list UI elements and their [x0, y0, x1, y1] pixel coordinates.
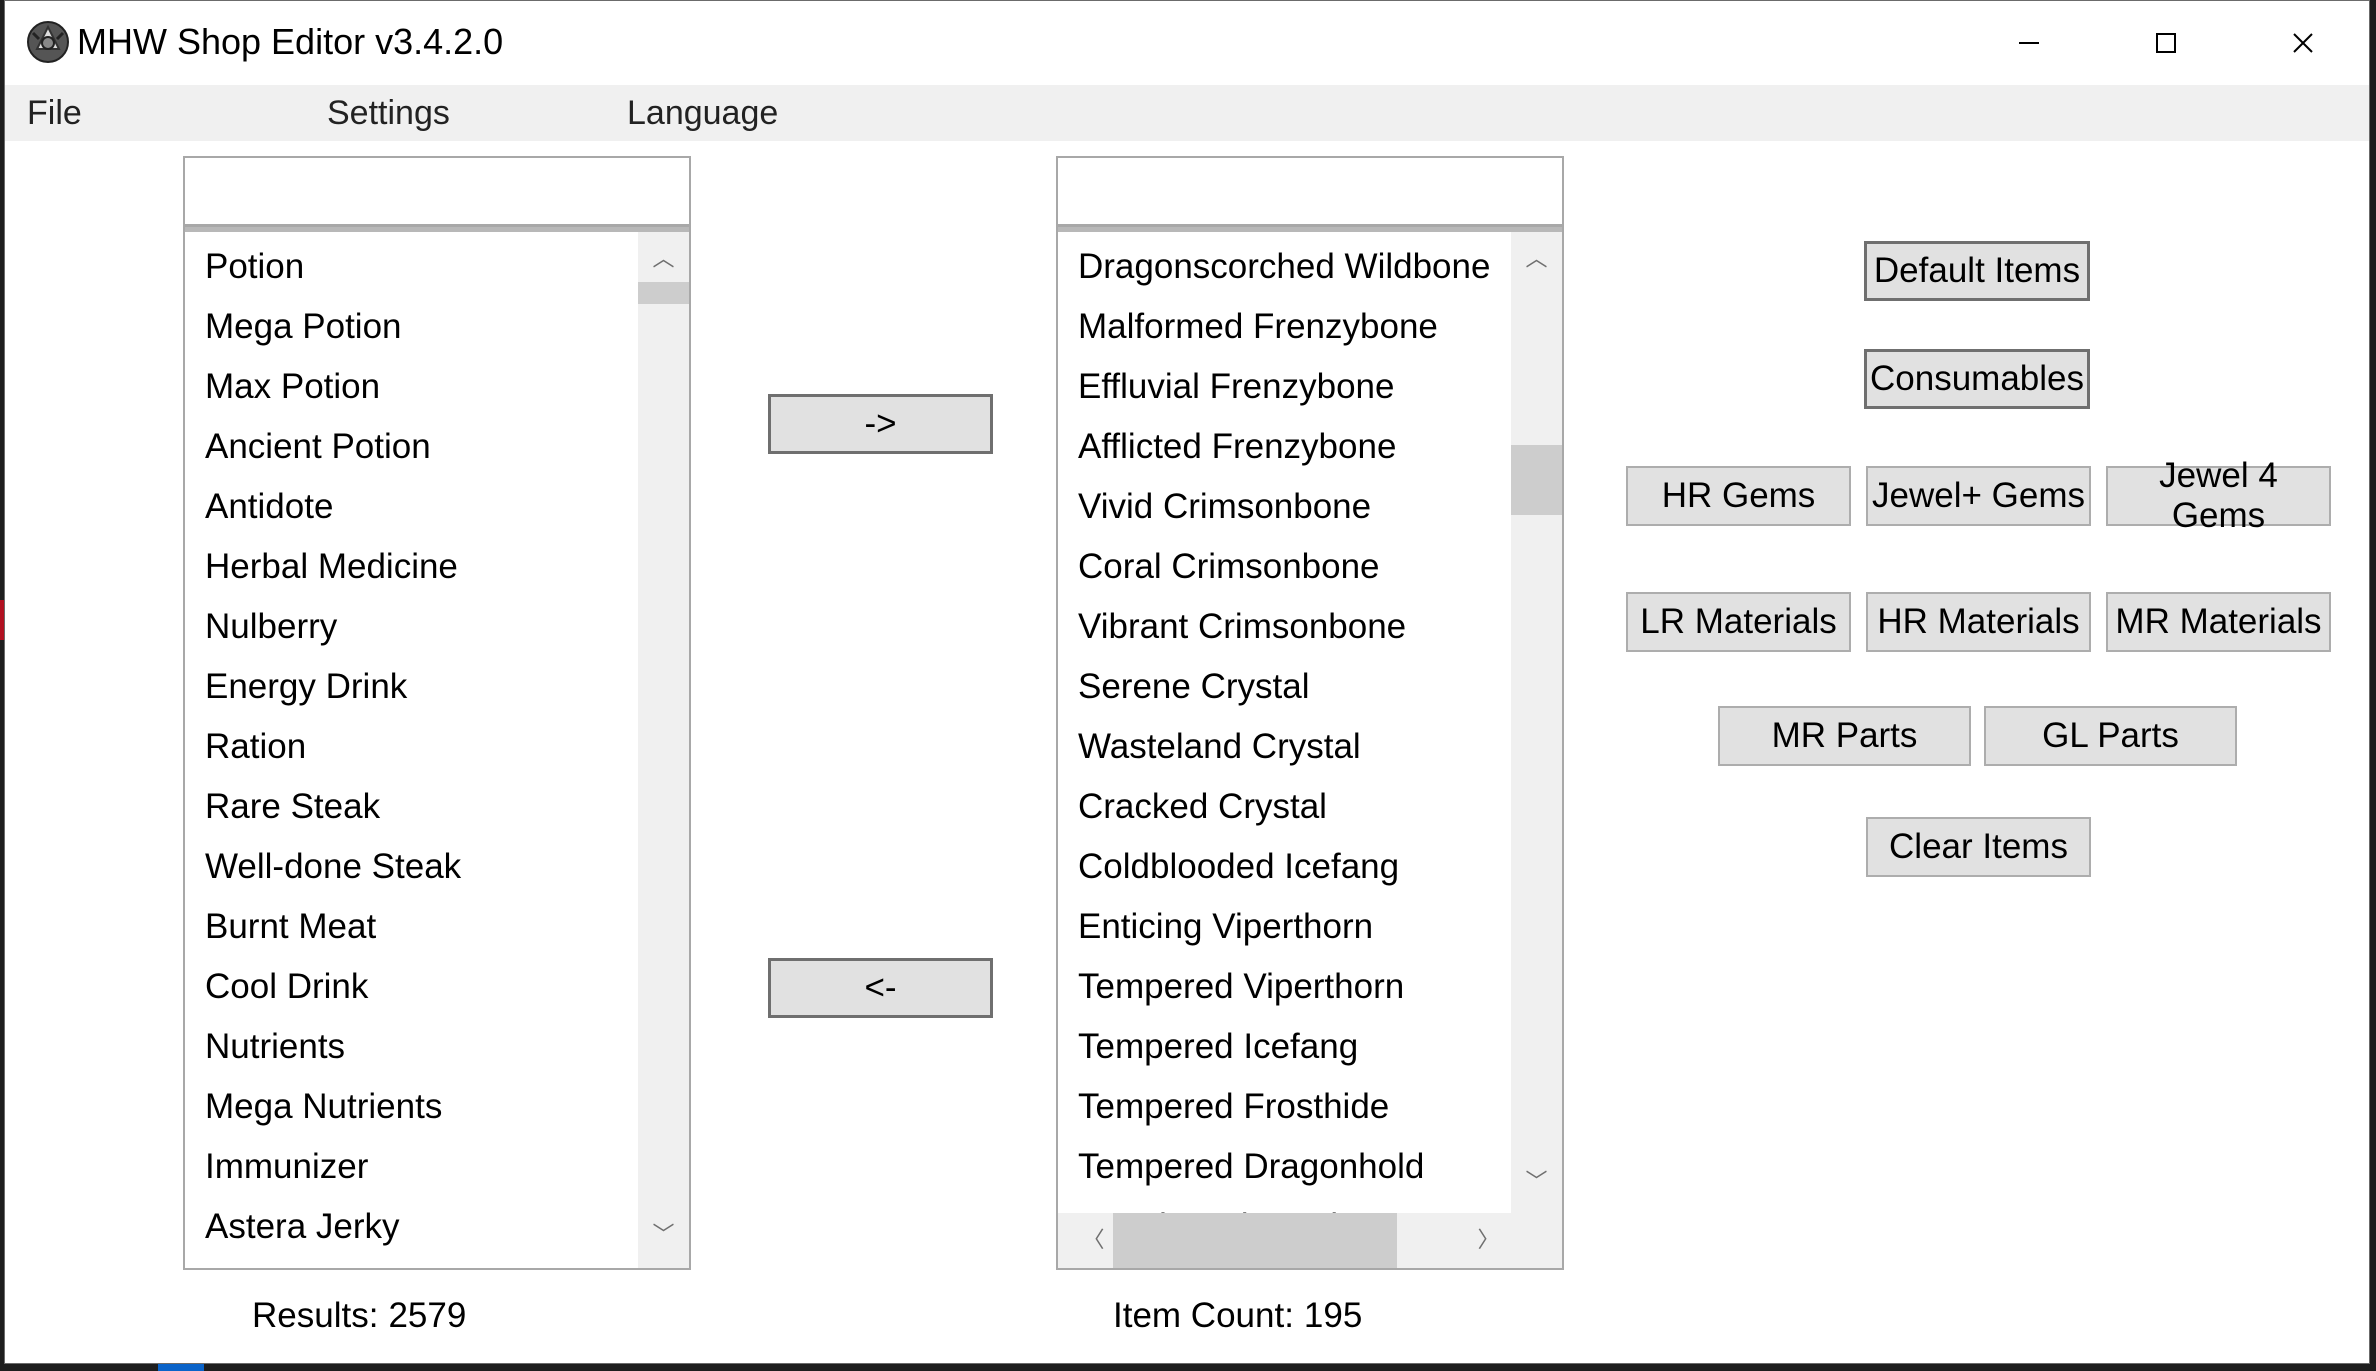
scroll-up-icon[interactable]: ︿: [638, 244, 689, 274]
list-top-border: [185, 227, 689, 232]
list-item[interactable]: Tempered Frosthide: [1078, 1077, 1490, 1137]
scroll-down-icon[interactable]: ﹀: [1511, 1167, 1562, 1197]
consumables-button[interactable]: Consumables: [1864, 349, 2090, 409]
results-label: Results:: [252, 1296, 379, 1335]
right-search-input[interactable]: [1056, 156, 1564, 226]
menu-settings[interactable]: Settings: [327, 93, 450, 133]
right-horizontal-scrollbar[interactable]: 〈 〉: [1058, 1213, 1562, 1268]
list-item[interactable]: Vibrant Crimsonbone: [1078, 597, 1490, 657]
list-item[interactable]: Nulberry: [205, 597, 461, 657]
list-item[interactable]: Ration: [205, 717, 461, 777]
remove-item-button[interactable]: <-: [768, 958, 993, 1018]
right-list-items: Dragonscorched Wildbone Malformed Frenzyb…: [1078, 237, 1490, 1257]
list-item[interactable]: Potion: [205, 237, 461, 297]
list-item[interactable]: Ancient Potion: [205, 417, 461, 477]
maximize-icon: [2155, 33, 2176, 53]
jewel-4-gems-button[interactable]: Jewel 4 Gems: [2106, 456, 2331, 535]
clear-items-button[interactable]: Clear Items: [1866, 817, 2091, 877]
list-item[interactable]: Mega Potion: [205, 297, 461, 357]
list-item[interactable]: Burnt Meat: [205, 897, 461, 957]
right-vertical-scrollbar[interactable]: ︿ ﹀: [1511, 232, 1562, 1213]
item-count-status: Item Count: 195: [1113, 1294, 1372, 1338]
mr-materials-button[interactable]: MR Materials: [2106, 592, 2331, 652]
list-item[interactable]: Cracked Crystal: [1078, 777, 1490, 837]
list-item[interactable]: Immunizer: [205, 1137, 461, 1197]
minimize-icon: [2018, 42, 2039, 44]
results-value: 2579: [388, 1296, 467, 1335]
list-item[interactable]: Tempered Viperthorn: [1078, 957, 1490, 1017]
lr-materials-button[interactable]: LR Materials: [1626, 592, 1851, 652]
item-count-value: 195: [1303, 1296, 1363, 1335]
left-vertical-scrollbar[interactable]: ︿ ﹀: [638, 232, 689, 1268]
list-item[interactable]: Wasteland Crystal: [1078, 717, 1490, 777]
close-button[interactable]: [2234, 1, 2369, 85]
window-title: MHW Shop Editor v3.4.2.0: [77, 21, 504, 62]
title-bar[interactable]: MHW Shop Editor v3.4.2.0: [5, 1, 2369, 85]
add-item-button[interactable]: ->: [768, 394, 993, 454]
list-item[interactable]: Cool Drink: [205, 957, 461, 1017]
results-status: Results: 2579: [252, 1294, 476, 1338]
list-item[interactable]: Afflicted Frenzybone: [1078, 417, 1490, 477]
default-items-button[interactable]: Default Items: [1864, 241, 2090, 301]
right-hscroll-thumb[interactable]: [1113, 1213, 1397, 1268]
list-item[interactable]: Enticing Viperthorn: [1078, 897, 1490, 957]
list-item[interactable]: Coral Crimsonbone: [1078, 537, 1490, 597]
item-count-label: Item Count:: [1113, 1296, 1294, 1335]
list-item[interactable]: Serene Crystal: [1078, 657, 1490, 717]
scroll-down-icon[interactable]: ﹀: [638, 1220, 689, 1250]
minimize-button[interactable]: [1960, 1, 2097, 85]
taskbar-fragment: [158, 1364, 204, 1371]
list-item[interactable]: Tempered Icefang: [1078, 1017, 1490, 1077]
left-list-items: Potion Mega Potion Max Potion Ancient Potio…: [205, 237, 461, 1257]
hr-gems-button[interactable]: HR Gems: [1626, 466, 1851, 526]
gl-parts-button[interactable]: GL Parts: [1984, 706, 2237, 766]
left-item-list[interactable]: Potion Mega Potion Max Potion Ancient Potio…: [183, 225, 691, 1270]
left-search-input[interactable]: [183, 156, 691, 226]
left-scroll-thumb[interactable]: [638, 282, 689, 304]
app-crest-icon: [27, 21, 69, 63]
menu-file[interactable]: File: [27, 93, 82, 133]
list-item[interactable]: Effluvial Frenzybone: [1078, 357, 1490, 417]
list-item[interactable]: Malformed Frenzybone: [1078, 297, 1490, 357]
right-item-list[interactable]: Dragonscorched Wildbone Malformed Frenzyb…: [1056, 225, 1564, 1270]
scroll-left-icon[interactable]: 〈: [1068, 1225, 1119, 1255]
list-item[interactable]: Max Potion: [205, 357, 461, 417]
jewel-plus-gems-button[interactable]: Jewel+ Gems: [1866, 466, 2091, 526]
list-top-border: [1058, 227, 1562, 232]
right-scroll-thumb[interactable]: [1511, 445, 1562, 515]
list-item[interactable]: Dragonscorched Wildbone: [1078, 237, 1490, 297]
list-item[interactable]: Mega Nutrients: [205, 1077, 461, 1137]
scroll-right-icon[interactable]: 〉: [1463, 1225, 1514, 1255]
menu-language[interactable]: Language: [627, 93, 778, 133]
app-window: MHW Shop Editor v3.4.2.0 File Settings L…: [4, 0, 2370, 1364]
mr-parts-button[interactable]: MR Parts: [1718, 706, 1971, 766]
list-item[interactable]: Antidote: [205, 477, 461, 537]
list-item[interactable]: Coldblooded Icefang: [1078, 837, 1490, 897]
list-item[interactable]: Well-done Steak: [205, 837, 461, 897]
close-icon: [2292, 33, 2313, 53]
list-item[interactable]: Tempered Dragonhold: [1078, 1137, 1490, 1197]
list-item[interactable]: Nutrients: [205, 1017, 461, 1077]
list-item[interactable]: Herbal Medicine: [205, 537, 461, 597]
list-item[interactable]: Vivid Crimsonbone: [1078, 477, 1490, 537]
list-item[interactable]: Rare Steak: [205, 777, 461, 837]
list-item[interactable]: Astera Jerky: [205, 1197, 461, 1257]
menu-bar: File Settings Language: [5, 85, 2369, 141]
background-edge: [0, 600, 4, 640]
list-item[interactable]: Energy Drink: [205, 657, 461, 717]
maximize-button[interactable]: [2097, 1, 2234, 85]
scroll-up-icon[interactable]: ︿: [1511, 244, 1562, 274]
hr-materials-button[interactable]: HR Materials: [1866, 592, 2091, 652]
